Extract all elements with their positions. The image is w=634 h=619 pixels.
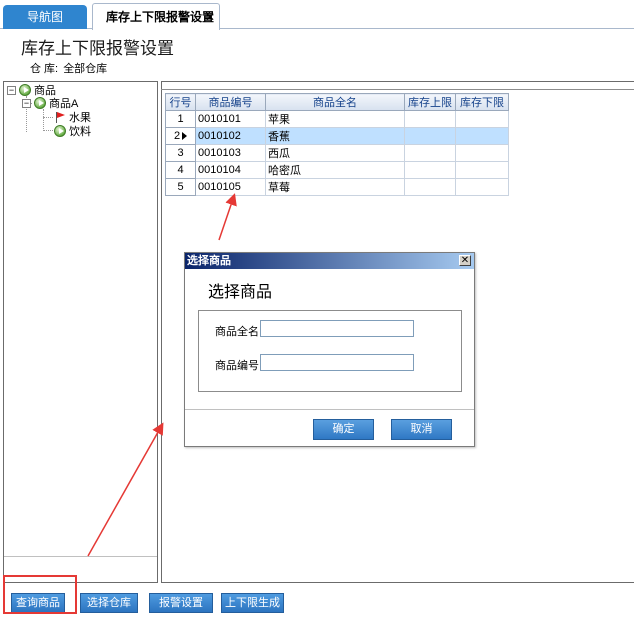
- tab-bar: 导航图 库存上下限报警设置 ✕: [0, 0, 634, 30]
- select-product-dialog: 选择商品 ✕ 选择商品 商品全名 商品编号 确定 取消: [184, 252, 475, 447]
- product-name-cell[interactable]: 香蕉: [265, 127, 405, 145]
- close-icon[interactable]: ✕: [205, 4, 215, 30]
- product-code-cell[interactable]: 0010102: [195, 127, 266, 145]
- collapse-icon[interactable]: −: [22, 98, 31, 108]
- app-window: 导航图 库存上下限报警设置 ✕ 库存上下限报警设置 仓 库: 全部仓库 − 商品…: [0, 0, 634, 619]
- grid-divider: [161, 89, 634, 90]
- select-warehouse-button[interactable]: 选择仓库: [80, 593, 138, 613]
- product-code-cell[interactable]: 0010103: [195, 144, 266, 162]
- upper-limit-cell[interactable]: [404, 127, 456, 145]
- lower-limit-cell[interactable]: [455, 127, 509, 145]
- product-code-cell[interactable]: 0010105: [195, 178, 266, 196]
- red-flag-icon: [54, 111, 66, 123]
- tree-divider: [4, 556, 157, 557]
- column-header-product-name[interactable]: 商品全名: [265, 93, 405, 111]
- warehouse-label: 仓 库:: [30, 63, 59, 75]
- warehouse-filter: 仓 库: 全部仓库: [30, 60, 109, 76]
- tree-node-label: 饮料: [69, 126, 91, 138]
- tree-node-fruit[interactable]: 水果: [54, 110, 91, 124]
- table-row[interactable]: 1 0010101 苹果: [165, 110, 509, 128]
- close-icon[interactable]: ✕: [459, 255, 471, 266]
- annotation-highlight-box: [3, 575, 77, 614]
- tab-label: 库存上下限报警设置: [106, 10, 215, 24]
- play-circle-icon: [19, 84, 31, 96]
- dialog-title: 选择商品: [187, 255, 231, 267]
- product-code-cell[interactable]: 0010101: [195, 110, 266, 128]
- table-header-row: 行号 商品编号 商品全名 库存上限 库存下限: [165, 93, 509, 111]
- tab-stock-alarm-settings[interactable]: 库存上下限报警设置 ✕: [92, 3, 220, 30]
- product-name-cell[interactable]: 哈密瓜: [265, 161, 405, 179]
- category-tree-panel: [3, 81, 158, 583]
- play-circle-icon: [54, 125, 66, 137]
- lower-limit-cell[interactable]: [455, 161, 509, 179]
- row-number: 4: [165, 161, 196, 179]
- warehouse-value[interactable]: 全部仓库: [63, 63, 107, 75]
- dialog-heading: 选择商品: [208, 284, 273, 301]
- product-name-cell[interactable]: 草莓: [265, 178, 405, 196]
- collapse-icon[interactable]: −: [7, 85, 16, 95]
- lower-limit-cell[interactable]: [455, 144, 509, 162]
- column-header-product-code[interactable]: 商品编号: [195, 93, 266, 111]
- table-row-selected[interactable]: 2 0010102 香蕉: [165, 127, 509, 145]
- upper-limit-cell[interactable]: [404, 144, 456, 162]
- row-number: 2: [165, 127, 196, 145]
- cancel-button[interactable]: 取消: [391, 419, 452, 440]
- dialog-separator: [185, 409, 474, 410]
- product-name-label: 商品全名: [215, 326, 259, 338]
- product-code-cell[interactable]: 0010104: [195, 161, 266, 179]
- product-name-input[interactable]: [260, 320, 414, 337]
- row-number: 3: [165, 144, 196, 162]
- product-table: 行号 商品编号 商品全名 库存上限 库存下限 1 0010101 苹果 2 00…: [165, 93, 509, 196]
- play-circle-icon: [34, 97, 46, 109]
- lower-limit-cell[interactable]: [455, 178, 509, 196]
- product-name-cell[interactable]: 西瓜: [265, 144, 405, 162]
- alarm-settings-button[interactable]: 报警设置: [149, 593, 213, 613]
- lower-limit-cell[interactable]: [455, 110, 509, 128]
- tree-connector: [43, 109, 44, 131]
- upper-limit-cell[interactable]: [404, 178, 456, 196]
- dialog-titlebar[interactable]: 选择商品 ✕: [185, 253, 474, 269]
- generate-limits-button[interactable]: 上下限生成: [221, 593, 284, 613]
- tab-navigation[interactable]: 导航图: [3, 5, 87, 29]
- tree-connector: [43, 130, 53, 131]
- tree-node-product-a[interactable]: − 商品A: [22, 96, 78, 110]
- table-row[interactable]: 4 0010104 哈密瓜: [165, 161, 509, 179]
- tree-connector: [43, 117, 53, 118]
- column-header-row-number[interactable]: 行号: [165, 93, 196, 111]
- page-title: 库存上下限报警设置: [21, 39, 174, 58]
- tree-node-drinks[interactable]: 饮料: [54, 124, 91, 138]
- table-row[interactable]: 3 0010103 西瓜: [165, 144, 509, 162]
- table-row[interactable]: 5 0010105 草莓: [165, 178, 509, 196]
- product-name-cell[interactable]: 苹果: [265, 110, 405, 128]
- upper-limit-cell[interactable]: [404, 161, 456, 179]
- product-code-label: 商品编号: [215, 360, 259, 372]
- ok-button[interactable]: 确定: [313, 419, 374, 440]
- row-number: 1: [165, 110, 196, 128]
- upper-limit-cell[interactable]: [404, 110, 456, 128]
- row-pointer-icon: [182, 132, 188, 141]
- product-code-input[interactable]: [260, 354, 414, 371]
- row-number: 5: [165, 178, 196, 196]
- column-header-upper-limit[interactable]: 库存上限: [404, 93, 456, 111]
- column-header-lower-limit[interactable]: 库存下限: [455, 93, 509, 111]
